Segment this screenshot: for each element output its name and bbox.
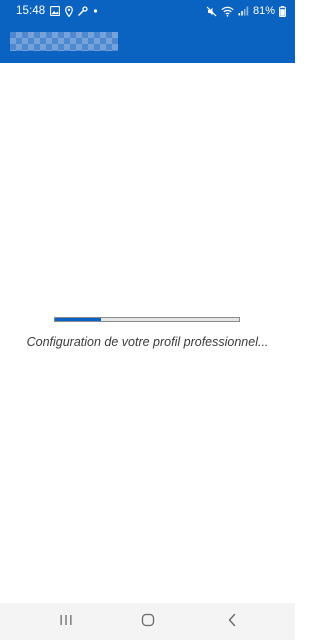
wrench-icon xyxy=(78,6,88,16)
location-icon xyxy=(65,5,74,17)
battery-icon xyxy=(279,5,286,17)
mute-icon xyxy=(206,6,217,17)
signal-icon xyxy=(238,6,249,16)
home-icon xyxy=(141,613,155,632)
recents-button[interactable] xyxy=(52,612,80,632)
status-bar: 15:48 81% xyxy=(0,0,295,22)
progress-bar xyxy=(54,317,240,322)
app-bar xyxy=(0,22,295,63)
home-button[interactable] xyxy=(134,612,162,632)
status-right: 81% xyxy=(206,5,286,17)
dot-icon xyxy=(93,6,98,16)
wifi-icon xyxy=(221,6,234,17)
back-button[interactable] xyxy=(218,612,246,632)
back-icon xyxy=(227,613,237,632)
battery-percent: 81% xyxy=(252,5,275,17)
recents-icon xyxy=(59,613,73,631)
status-left: 15:48 xyxy=(16,5,98,17)
status-time: 15:48 xyxy=(16,5,46,17)
progress-fill xyxy=(55,318,101,321)
gallery-icon xyxy=(50,6,61,16)
loading-message: Configuration de votre profil profession… xyxy=(26,335,269,349)
navigation-bar xyxy=(0,603,295,640)
redacted-title xyxy=(10,32,118,51)
